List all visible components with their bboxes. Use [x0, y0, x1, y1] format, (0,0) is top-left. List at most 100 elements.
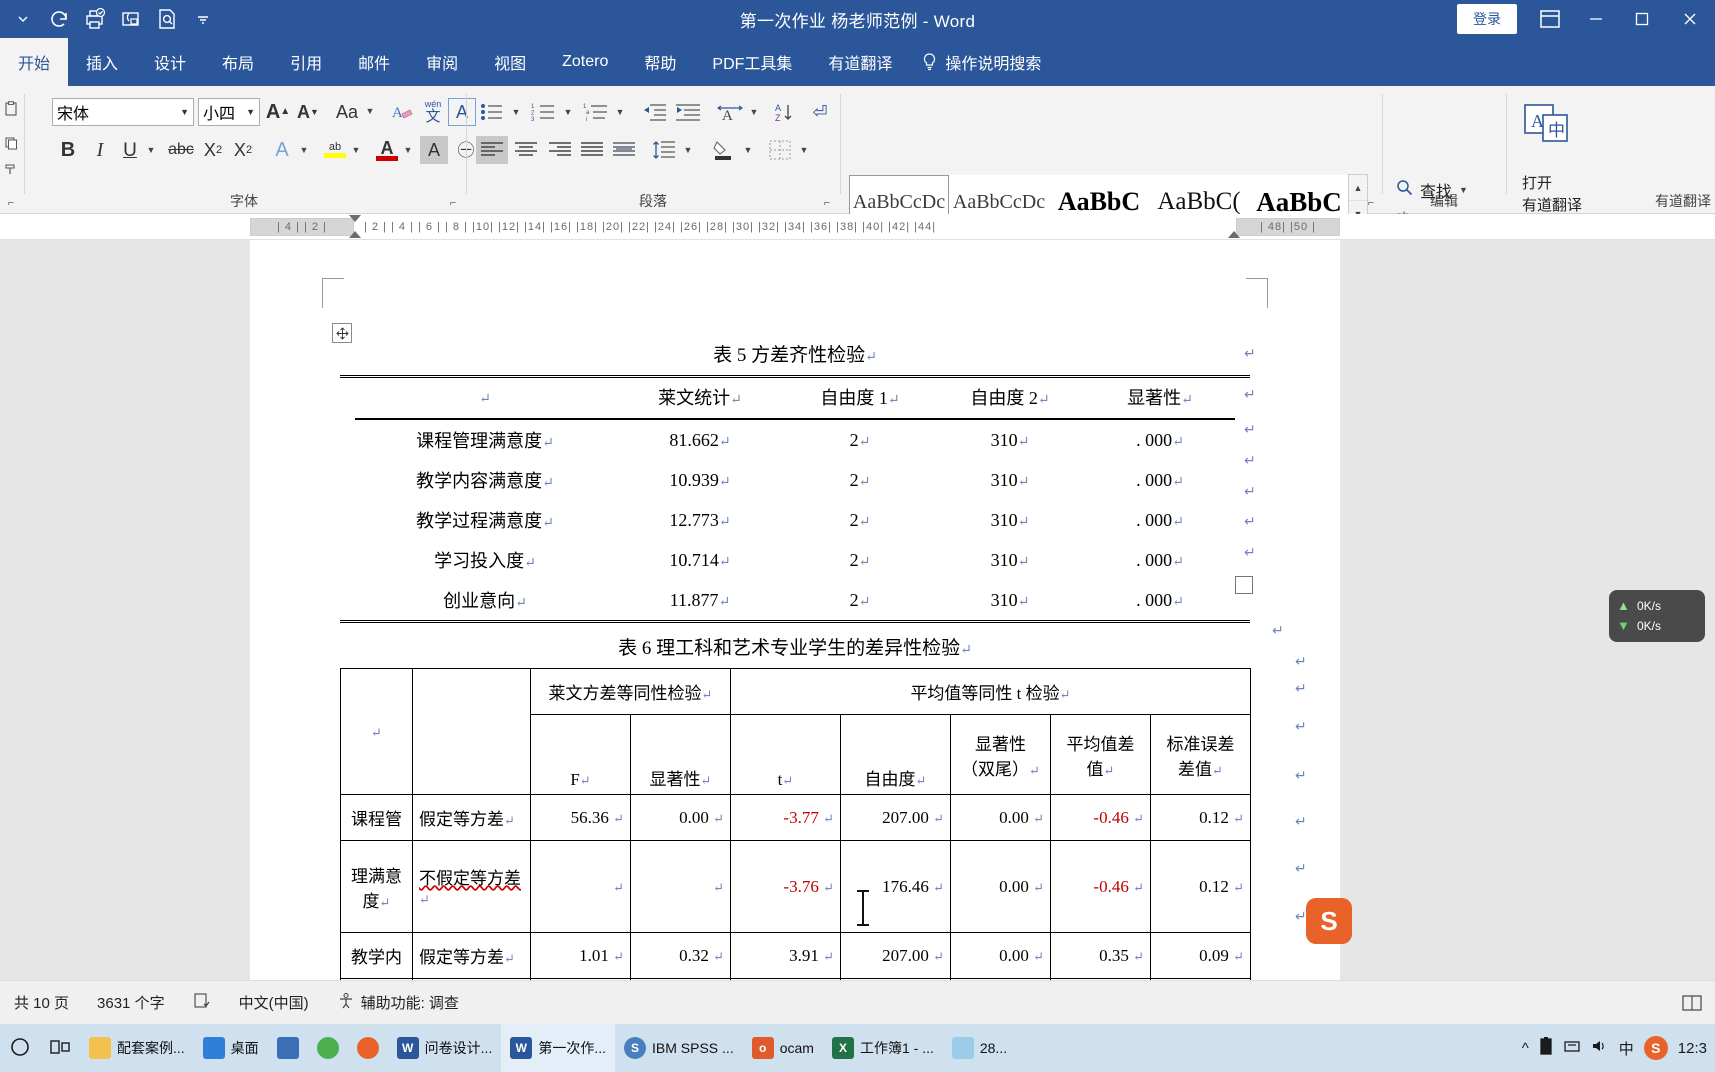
- underline-button[interactable]: U: [116, 136, 144, 164]
- first-line-indent-marker[interactable]: [349, 215, 361, 222]
- close-button[interactable]: [1665, 0, 1715, 38]
- font-size-combo[interactable]: 小四 ▼: [198, 98, 260, 126]
- network-speed-widget[interactable]: ▲ ▼ 0K/s 0K/s: [1609, 590, 1705, 642]
- start-button[interactable]: [0, 1024, 40, 1072]
- change-case-chevron-icon[interactable]: ▼: [364, 104, 376, 118]
- text-effects-icon[interactable]: A: [268, 136, 296, 164]
- table-row[interactable]: 教学内 假定等方差↵ 1.01 ↵ 0.32 ↵ 3.91 ↵ 207.00 ↵…: [340, 932, 1252, 979]
- text-effects-chevron-icon[interactable]: ▼: [298, 144, 310, 156]
- align-center-button[interactable]: [510, 136, 542, 164]
- borders-icon[interactable]: [764, 136, 796, 164]
- sign-in-button[interactable]: 登录: [1457, 4, 1517, 34]
- line-spacing-chevron-icon[interactable]: ▼: [682, 144, 694, 156]
- taskbar-item-folder[interactable]: 配套案例...: [80, 1024, 194, 1072]
- increase-indent-icon[interactable]: [672, 98, 704, 126]
- clipboard-dialog-launcher[interactable]: ⌐: [4, 196, 18, 210]
- language-status[interactable]: 中文(中国): [225, 992, 323, 1013]
- font-dialog-launcher[interactable]: ⌐: [446, 196, 460, 210]
- word-count[interactable]: 3631 个字: [83, 992, 179, 1013]
- document-content[interactable]: 表 5 方差齐性检验↵ ↵ 莱文统计↵ 自由度 1↵ 自由度 2↵ 显著性↵ 课…: [340, 340, 1252, 980]
- taskbar-item-ocam[interactable]: o ocam: [743, 1024, 823, 1072]
- clear-formatting-icon[interactable]: A: [388, 98, 416, 126]
- bullets-icon[interactable]: [476, 98, 508, 126]
- font-color-chevron-icon[interactable]: ▼: [402, 144, 414, 156]
- asian-layout-icon[interactable]: A: [714, 98, 746, 126]
- find-button[interactable]: 查找 ▼: [1396, 178, 1468, 202]
- change-case-icon[interactable]: Aa: [330, 98, 364, 126]
- hanging-indent-marker[interactable]: [349, 231, 361, 238]
- align-right-button[interactable]: [544, 136, 576, 164]
- tray-chevron-icon[interactable]: ^: [1522, 1040, 1529, 1057]
- volume-icon[interactable]: [1591, 1038, 1609, 1058]
- numbering-icon[interactable]: 123: [528, 98, 560, 126]
- tab-home[interactable]: 开始: [0, 38, 69, 86]
- bullets-chevron-icon[interactable]: ▼: [510, 106, 522, 118]
- grow-font-icon[interactable]: A ▲: [264, 98, 292, 126]
- taskbar-item-word-questionnaire[interactable]: W 问卷设计...: [388, 1024, 502, 1072]
- table5[interactable]: ↵ 莱文统计↵ 自由度 1↵ 自由度 2↵ 显著性↵ 课程管理满意度↵ 81.6…: [340, 375, 1250, 623]
- sort-icon[interactable]: AZ: [768, 98, 800, 126]
- task-view-button[interactable]: [40, 1024, 80, 1072]
- tab-zotero[interactable]: Zotero: [544, 38, 626, 86]
- asian-layout-chevron-icon[interactable]: ▼: [748, 106, 760, 118]
- numbering-chevron-icon[interactable]: ▼: [562, 106, 574, 118]
- copy-icon[interactable]: [2, 134, 20, 152]
- tell-me-search[interactable]: 操作说明搜索: [910, 38, 1059, 86]
- network-icon[interactable]: [1563, 1038, 1581, 1058]
- borders-chevron-icon[interactable]: ▼: [798, 144, 810, 156]
- font-family-combo[interactable]: 宋体 ▼: [52, 98, 194, 126]
- tab-insert[interactable]: 插入: [68, 38, 136, 86]
- tab-references[interactable]: 引用: [272, 38, 340, 86]
- paste-icon[interactable]: [2, 100, 20, 118]
- youdao-open-label2[interactable]: 有道翻译: [1522, 194, 1582, 215]
- tab-layout[interactable]: 布局: [204, 38, 272, 86]
- paragraph-dialog-launcher[interactable]: ⌐: [820, 196, 834, 210]
- font-color-icon[interactable]: A: [372, 134, 402, 166]
- tab-design[interactable]: 设计: [136, 38, 204, 86]
- right-indent-marker[interactable]: [1228, 231, 1240, 238]
- accessibility-status[interactable]: 辅助功能: 调查: [323, 992, 473, 1014]
- taskbar-item-spss[interactable]: S IBM SPSS ...: [615, 1024, 743, 1072]
- line-spacing-icon[interactable]: [648, 136, 680, 164]
- multilevel-list-icon[interactable]: 1ai: [580, 98, 612, 126]
- maximize-button[interactable]: [1619, 0, 1665, 38]
- taskbar-item-excel[interactable]: X 工作簿1 - ...: [823, 1024, 943, 1072]
- horizontal-ruler[interactable]: | 4 | | 2 | | 2 | | 4 | | 6 | | 8 | |10|…: [0, 214, 1715, 240]
- tab-view[interactable]: 视图: [476, 38, 544, 86]
- sogou-ime-floating-icon[interactable]: S: [1306, 898, 1352, 944]
- taskbar-item-wechat[interactable]: [308, 1024, 348, 1072]
- underline-chevron-icon[interactable]: ▼: [145, 144, 157, 156]
- clock[interactable]: 12:3: [1678, 1040, 1707, 1057]
- tab-help[interactable]: 帮助: [626, 38, 694, 86]
- youdao-translate-icon[interactable]: A 中: [1520, 100, 1572, 148]
- table-row[interactable]: 理满意 度↵ 不假定等方差↵ ↵ ↵ -3.76 ↵ 176.46 ↵ 0.00…: [340, 840, 1252, 933]
- read-mode-icon[interactable]: [1679, 990, 1705, 1016]
- shading-chevron-icon[interactable]: ▼: [742, 144, 754, 156]
- shrink-font-icon[interactable]: A ▼: [294, 98, 322, 126]
- tab-mailings[interactable]: 邮件: [340, 38, 408, 86]
- minimize-button[interactable]: [1573, 0, 1619, 38]
- phonetic-guide-icon[interactable]: wén 文: [418, 96, 448, 128]
- subscript-button[interactable]: X2: [200, 136, 226, 164]
- show-formatting-marks-icon[interactable]: ⏎: [804, 98, 836, 126]
- align-left-button[interactable]: [476, 136, 508, 164]
- table6[interactable]: ↵ 莱文方差等同性检验↵ 平均值等同性 t 检验↵ F↵ 显著性↵ t↵ 自由度…: [340, 668, 1252, 980]
- battery-icon[interactable]: [1539, 1036, 1553, 1060]
- sogou-tray-icon[interactable]: S: [1643, 1036, 1668, 1060]
- table-row[interactable]: 教学过程满意度↵ 12.773↵ 2↵ 310↵ . 000↵: [355, 500, 1235, 540]
- strikethrough-button[interactable]: abc: [166, 136, 196, 164]
- table-row[interactable]: 创业意向↵ 11.877↵ 2↵ 310↵ . 000↵: [355, 580, 1235, 620]
- table-row[interactable]: 课程管理满意度↵ 81.662↵ 2↵ 310↵ . 000↵: [355, 419, 1235, 460]
- highlight-color-icon[interactable]: ab: [320, 134, 350, 166]
- document-page[interactable]: 表 5 方差齐性检验↵ ↵ 莱文统计↵ 自由度 1↵ 自由度 2↵ 显著性↵ 课…: [250, 240, 1340, 980]
- document-area[interactable]: 表 5 方差齐性检验↵ ↵ 莱文统计↵ 自由度 1↵ 自由度 2↵ 显著性↵ 课…: [0, 240, 1715, 980]
- multilevel-chevron-icon[interactable]: ▼: [614, 106, 626, 118]
- taskbar-item-word-active[interactable]: W 第一次作...: [501, 1024, 616, 1072]
- decrease-indent-icon[interactable]: [638, 98, 670, 126]
- table-row[interactable]: 课程管 假定等方差↵ 56.36 ↵ 0.00 ↵ -3.77 ↵ 207.00…: [340, 794, 1252, 841]
- taskbar-item-chrome[interactable]: [348, 1024, 388, 1072]
- highlight-chevron-icon[interactable]: ▼: [350, 144, 362, 156]
- distribute-button[interactable]: [608, 136, 640, 164]
- character-shading-icon[interactable]: A: [420, 136, 448, 164]
- taskbar-item-desktop[interactable]: 桌面: [194, 1024, 268, 1072]
